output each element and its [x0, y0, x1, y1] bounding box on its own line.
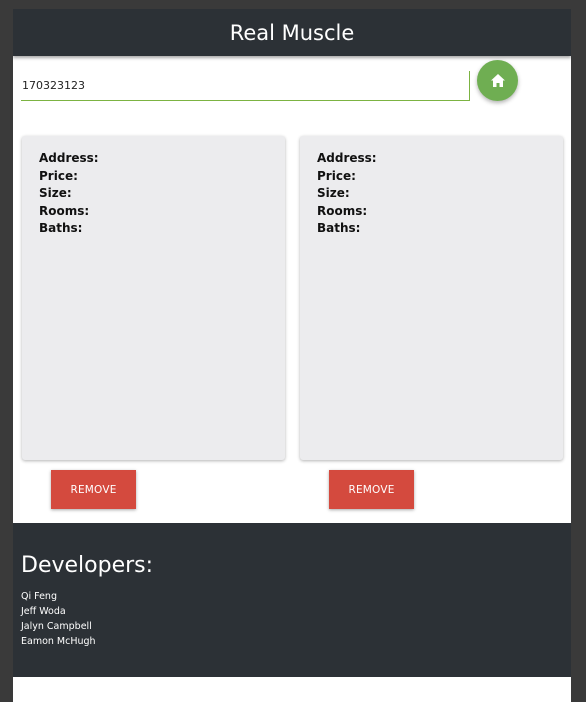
app-header: Real Muscle: [13, 9, 571, 56]
remove-button-2[interactable]: REMOVE: [329, 470, 414, 509]
size-field: Size:: [39, 186, 72, 200]
developer-name: Jalyn Campbell: [21, 621, 92, 632]
rooms-field: Rooms:: [39, 203, 90, 218]
search-input[interactable]: [21, 71, 469, 101]
price-field: Price:: [39, 168, 78, 183]
app-frame: Real Muscle Address: Price: Size: Rooms:…: [13, 9, 571, 702]
rooms-field: Rooms:: [317, 203, 368, 218]
property-card-2: Address: Price: Size: Rooms: Baths:: [300, 136, 563, 460]
property-fields: Address: Price: Size: Rooms: Baths:: [39, 150, 99, 238]
home-button[interactable]: [477, 60, 518, 101]
developer-name: Qi Feng: [21, 591, 57, 602]
size-field: Size:: [317, 186, 350, 200]
home-icon: [490, 74, 505, 87]
baths-field: Baths:: [317, 221, 361, 235]
developer-name: Jeff Woda: [21, 606, 66, 617]
input-divider: [469, 71, 470, 101]
developers-footer: Developers: Qi Feng Jeff Woda Jalyn Camp…: [13, 523, 571, 677]
property-fields: Address: Price: Size: Rooms: Baths:: [317, 150, 377, 238]
developer-name: Eamon McHugh: [21, 636, 96, 647]
footer-title: Developers:: [21, 553, 154, 578]
remove-button-1[interactable]: REMOVE: [51, 470, 136, 509]
address-field: Address:: [39, 151, 99, 165]
address-field: Address:: [317, 151, 377, 165]
property-card-1: Address: Price: Size: Rooms: Baths:: [22, 136, 285, 460]
baths-field: Baths:: [39, 221, 83, 235]
price-field: Price:: [317, 168, 356, 183]
developer-list: Qi Feng Jeff Woda Jalyn Campbell Eamon M…: [21, 589, 96, 649]
app-title: Real Muscle: [229, 20, 355, 45]
